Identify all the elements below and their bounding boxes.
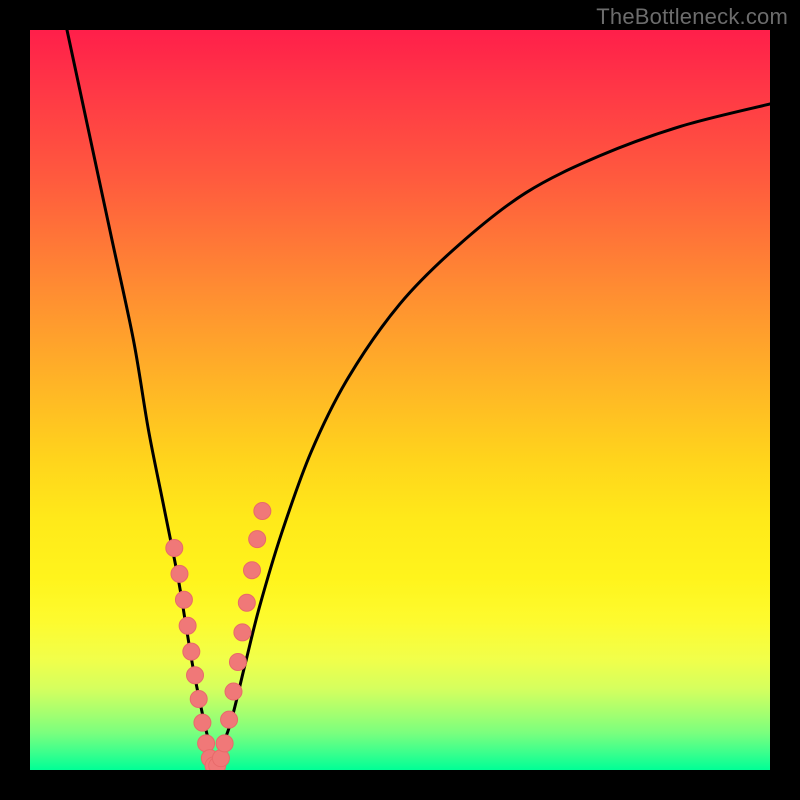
sample-dot: [254, 503, 271, 520]
sample-dot: [212, 750, 229, 767]
sample-dot: [225, 683, 242, 700]
sample-dot: [216, 735, 233, 752]
sample-dot: [238, 594, 255, 611]
watermark-text: TheBottleneck.com: [596, 4, 788, 30]
sample-dot: [190, 690, 207, 707]
sample-dot: [175, 591, 192, 608]
bottleneck-curve: [215, 104, 770, 763]
sample-dot: [244, 562, 261, 579]
sample-dot: [221, 711, 238, 728]
sample-dot: [234, 624, 251, 641]
sample-dot: [179, 617, 196, 634]
sample-dot: [194, 714, 211, 731]
sample-dot: [166, 540, 183, 557]
sample-dot: [229, 653, 246, 670]
sample-dot: [171, 565, 188, 582]
sample-dot: [183, 643, 200, 660]
chart-svg: [30, 30, 770, 770]
sample-dot: [187, 667, 204, 684]
sample-dot: [198, 735, 215, 752]
plot-area: [30, 30, 770, 770]
sample-dot: [249, 531, 266, 548]
chart-frame: TheBottleneck.com: [0, 0, 800, 800]
